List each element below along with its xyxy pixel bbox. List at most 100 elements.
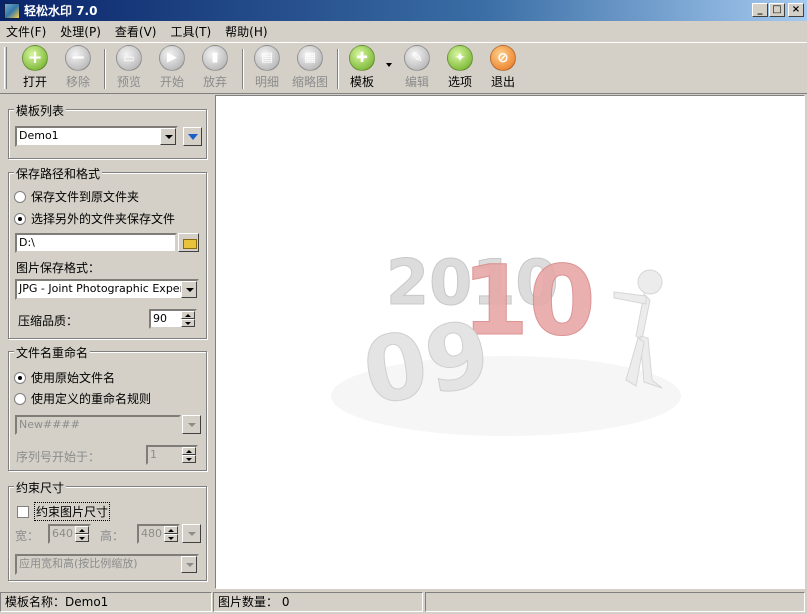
preview-09: 09: [356, 301, 498, 426]
start-button[interactable]: ▶ 开始: [149, 45, 195, 90]
use-original-name-radio[interactable]: 使用原始文件名: [14, 369, 115, 386]
toolbar-grip[interactable]: [4, 47, 7, 89]
abandon-label: 放弃: [202, 75, 227, 89]
use-rename-rule-label: 使用定义的重命名规则: [31, 392, 152, 406]
open-button[interactable]: + 打开: [12, 45, 58, 90]
template-list-group: 模板列表 Demo1: [8, 102, 207, 159]
menu-view[interactable]: 查看(V): [115, 23, 157, 40]
menu-process[interactable]: 处理(P): [60, 23, 101, 40]
spin-buttons[interactable]: [164, 526, 178, 542]
use-rename-rule-radio[interactable]: 使用定义的重命名规则: [14, 390, 151, 407]
window-controls: _ □ ×: [751, 3, 804, 17]
radio-indicator: [14, 371, 26, 384]
use-original-name-label: 使用原始文件名: [31, 371, 116, 385]
menu-help[interactable]: 帮助(H): [225, 23, 267, 40]
menu-file[interactable]: 文件(F): [6, 23, 46, 40]
spin-buttons[interactable]: [75, 526, 89, 542]
status-empty-pane: [425, 592, 805, 612]
abandon-button[interactable]: ▮ 放弃: [192, 45, 238, 90]
resize-mode-select[interactable]: 应用宽和高(按比例缩放): [15, 554, 199, 575]
radio-indicator: [14, 392, 26, 405]
app-icon: [4, 2, 20, 19]
resize-mode-value: 应用宽和高(按比例缩放): [19, 557, 138, 570]
chevron-down-icon[interactable]: [182, 524, 201, 543]
thumbnail-button[interactable]: ▦ 缩略图: [287, 45, 333, 90]
window-title: 轻松水印 7.0: [24, 4, 98, 18]
status-template-name: 模板名称：Demo1: [0, 592, 212, 612]
minus-icon: −: [65, 45, 91, 71]
template-select[interactable]: Demo1: [15, 126, 178, 147]
template-list-legend: 模板列表: [14, 102, 67, 119]
width-stepper[interactable]: 640: [48, 524, 91, 544]
start-label: 开始: [159, 75, 184, 89]
format-label: 图片保存格式：: [16, 261, 101, 275]
document-icon: ▤: [254, 45, 280, 71]
settings-panel: 模板列表 Demo1 保存路径和格式 保存文件到原文件夹 选择另外的文件夹保存文…: [0, 95, 213, 589]
save-original-folder-radio[interactable]: 保存文件到原文件夹: [14, 188, 139, 205]
radio-indicator: [14, 190, 26, 203]
exit-label: 退出: [490, 75, 515, 89]
spin-buttons[interactable]: [182, 447, 196, 463]
cancel-icon: ⊘: [490, 45, 516, 71]
spin-buttons[interactable]: [181, 311, 195, 327]
checkbox-indicator: [17, 505, 29, 518]
open-label: 打开: [22, 75, 47, 89]
width-value: 640: [52, 527, 73, 540]
sequence-start-stepper[interactable]: 1: [146, 445, 198, 465]
wrench-icon: ✦: [447, 45, 473, 71]
status-image-count: 图片数量： 0: [213, 592, 423, 612]
format-select-value: JPG - Joint Photographic Experts Gr: [19, 282, 199, 295]
plus-icon: +: [22, 45, 48, 71]
printer-icon: ▭: [116, 45, 142, 71]
rename-pattern-input[interactable]: New####: [15, 415, 181, 435]
status-bar: 模板名称：Demo1 图片数量： 0: [0, 590, 807, 614]
chevron-down-icon[interactable]: [160, 128, 176, 145]
template-button[interactable]: ✚ 模板: [339, 45, 385, 90]
chevron-down-icon[interactable]: [182, 415, 201, 434]
quality-stepper[interactable]: 90: [149, 309, 197, 329]
save-path-group: 保存路径和格式 保存文件到原文件夹 选择另外的文件夹保存文件 D:\ 图片保存格…: [8, 165, 207, 339]
constrain-size-label: 约束图片尺寸: [34, 502, 111, 521]
pencil-icon: ✎: [404, 45, 430, 71]
template-menu-button[interactable]: [183, 127, 202, 146]
save-other-folder-radio[interactable]: 选择另外的文件夹保存文件: [14, 210, 175, 227]
remove-button[interactable]: − 移除: [55, 45, 101, 90]
height-value: 480: [141, 527, 162, 540]
edit-button[interactable]: ✎ 编辑: [394, 45, 440, 90]
height-stepper[interactable]: 480: [137, 524, 180, 544]
preview-button[interactable]: ▭ 预览: [106, 45, 152, 90]
constrain-size-checkbox[interactable]: 约束图片尺寸: [17, 502, 111, 521]
save-path-input[interactable]: D:\: [15, 233, 177, 253]
options-label: 选项: [447, 75, 472, 89]
maximize-button[interactable]: □: [769, 3, 785, 17]
template-select-value: Demo1: [19, 129, 59, 142]
chevron-down-icon[interactable]: [181, 556, 197, 573]
quality-value: 90: [153, 312, 167, 325]
title-bar[interactable]: 轻松水印 7.0 _ □ ×: [0, 0, 807, 21]
format-select[interactable]: JPG - Joint Photographic Experts Gr: [15, 279, 199, 300]
template-dropdown-arrow[interactable]: [386, 63, 392, 67]
folder-icon[interactable]: [178, 233, 199, 252]
width-label: 宽：: [15, 529, 40, 543]
minimize-button[interactable]: _: [752, 3, 768, 17]
save-original-folder-label: 保存文件到原文件夹: [31, 190, 140, 204]
preview-picture: 2010 10 09: [331, 245, 681, 436]
quality-label: 压缩品质：: [18, 314, 79, 328]
thumbnail-label: 缩略图: [291, 75, 328, 89]
detail-button[interactable]: ▤ 明细: [244, 45, 290, 90]
exit-button[interactable]: ⊘ 退出: [480, 45, 526, 90]
options-button[interactable]: ✦ 选项: [437, 45, 483, 90]
radio-indicator: [14, 212, 26, 225]
menu-tools[interactable]: 工具(T): [170, 23, 211, 40]
menu-bar: 文件(F) 处理(P) 查看(V) 工具(T) 帮助(H): [0, 21, 807, 41]
close-button[interactable]: ×: [788, 3, 804, 17]
remove-label: 移除: [65, 75, 90, 89]
image-preview[interactable]: 2010 10 09: [215, 95, 805, 589]
detail-label: 明细: [254, 75, 279, 89]
toolbar: + 打开 − 移除 ▭ 预览 ▶ 开始 ▮ 放弃 ▤ 明细 ▦ 缩略图 ✚ 模板…: [0, 42, 807, 94]
chevron-down-icon[interactable]: [181, 281, 197, 298]
play-icon: ▶: [159, 45, 185, 71]
constrain-size-group: 约束尺寸 约束图片尺寸 宽： 640 高： 480 应用宽和高(按比例缩放): [8, 479, 207, 581]
template-label: 模板: [349, 75, 374, 89]
grid-icon: ▦: [297, 45, 323, 71]
